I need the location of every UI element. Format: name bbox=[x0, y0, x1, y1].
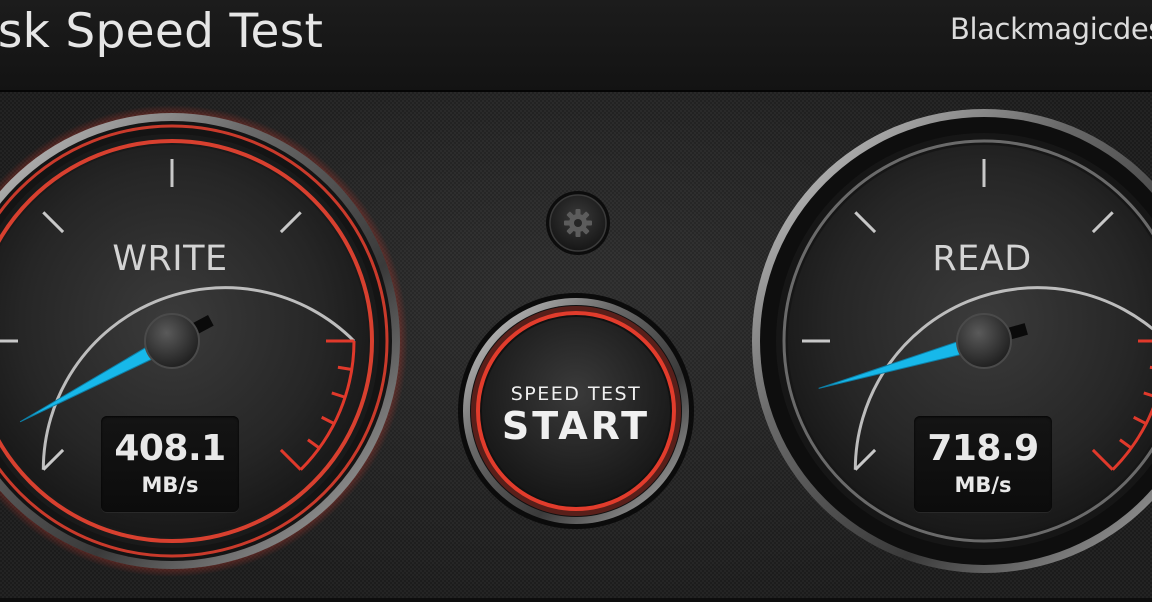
write-label: WRITE bbox=[112, 239, 228, 279]
read-label: READ bbox=[932, 239, 1032, 279]
read-value: 718.9 bbox=[927, 428, 1039, 469]
write-readout: 408.1 MB/s bbox=[101, 416, 239, 512]
write-unit: MB/s bbox=[141, 473, 199, 497]
start-button[interactable] bbox=[474, 309, 678, 513]
write-hub bbox=[144, 313, 200, 369]
read-readout: 718.9 MB/s bbox=[914, 416, 1052, 512]
read-unit: MB/s bbox=[954, 473, 1012, 497]
read-hub bbox=[956, 313, 1012, 369]
settings-button[interactable] bbox=[546, 191, 610, 255]
write-value: 408.1 bbox=[114, 428, 226, 469]
